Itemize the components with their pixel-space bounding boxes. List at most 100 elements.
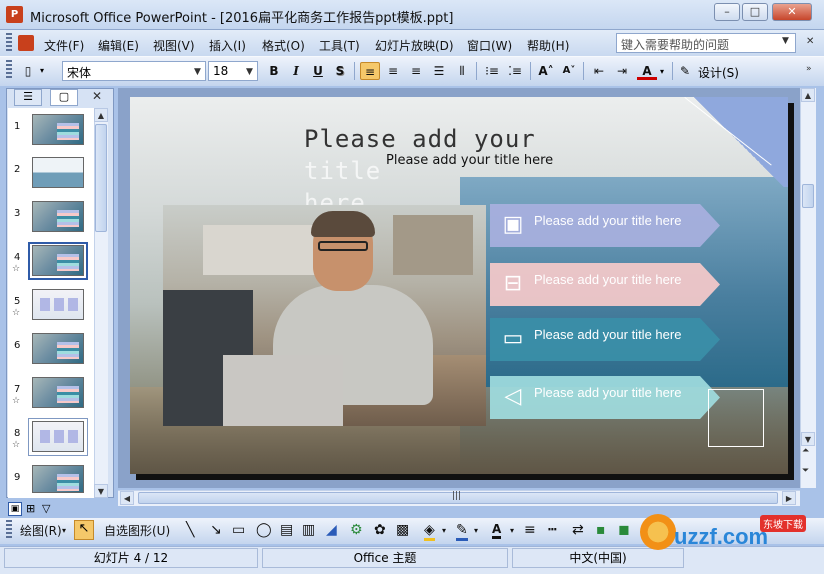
menu-window[interactable]: 窗口(W)	[467, 37, 512, 54]
document-icon[interactable]	[18, 35, 34, 51]
feature-card-2[interactable]: ⊟ Please add your title here	[490, 263, 720, 306]
arrow-tool-icon[interactable]: ↘	[210, 522, 222, 538]
toolbar-options-icon[interactable]: »	[806, 64, 812, 74]
oval-tool-icon[interactable]: ◯	[256, 522, 272, 538]
increase-font-icon[interactable]: A˄	[536, 62, 556, 80]
help-dropdown-arrow[interactable]: ▼	[782, 36, 789, 46]
help-search-input[interactable]: 键入需要帮助的问题	[616, 33, 796, 53]
scrollbar-thumb[interactable]	[802, 184, 814, 208]
dash-style-icon[interactable]: ┅	[548, 522, 556, 538]
3d-style-icon[interactable]: ◼	[618, 522, 630, 538]
menu-slideshow[interactable]: 幻灯片放映(D)	[375, 37, 454, 54]
menu-tools[interactable]: 工具(T)	[319, 37, 360, 54]
feature-card-3[interactable]: ▭ Please add your title here	[490, 318, 720, 361]
scroll-down-icon[interactable]: ▼	[94, 484, 108, 498]
font-color-dropdown-arrow[interactable]: ▾	[510, 526, 514, 535]
feature-card-1[interactable]: ▣ Please add your title here	[490, 204, 720, 247]
rectangle-tool-icon[interactable]: ▭	[232, 522, 245, 538]
design-button[interactable]: 设计(S)	[698, 64, 739, 81]
minimize-button[interactable]: –	[714, 3, 740, 21]
drawing-toolbar-grip[interactable]	[6, 520, 12, 540]
shadow-button[interactable]: S	[330, 62, 350, 80]
tab-outline[interactable]: ☰	[14, 89, 42, 106]
scroll-up-icon[interactable]: ▲	[801, 88, 815, 102]
picture-icon[interactable]: ▩	[396, 522, 409, 538]
decrease-font-icon[interactable]: A˅	[559, 62, 579, 80]
font-color-icon[interactable]: A	[637, 62, 657, 80]
feature-card-4[interactable]: ◁ Please add your title here	[490, 376, 720, 419]
slide-thumbnail-2[interactable]	[32, 157, 84, 188]
close-button[interactable]: ✕	[772, 3, 812, 21]
scrollbar-thumb[interactable]	[95, 124, 107, 232]
font-name-select[interactable]: 宋体	[62, 61, 206, 81]
new-dropdown-arrow[interactable]: ▾	[40, 66, 44, 75]
scroll-right-icon[interactable]: ▶	[782, 491, 796, 505]
textbox-tool-icon[interactable]: ▤	[280, 522, 293, 538]
line-color-icon[interactable]: ✎	[456, 522, 468, 541]
align-right-icon[interactable]: ≡	[406, 62, 426, 80]
menu-format[interactable]: 格式(O)	[262, 37, 305, 54]
powerpoint-app-icon[interactable]: P	[6, 6, 23, 23]
autoshapes-button[interactable]: 自选图形(U)	[104, 522, 170, 539]
line-tool-icon[interactable]: ╲	[186, 522, 194, 538]
justify-icon[interactable]: ☰	[429, 62, 449, 80]
clipart-icon[interactable]: ✿	[374, 522, 386, 538]
close-document-icon[interactable]: ✕	[806, 36, 814, 47]
design-icon[interactable]: ✎	[680, 64, 690, 78]
font-size-arrow[interactable]: ▼	[246, 67, 253, 77]
menu-view[interactable]: 视图(V)	[153, 37, 195, 54]
previous-slide-icon[interactable]: ⏶	[802, 446, 809, 456]
menu-grip[interactable]	[6, 33, 12, 53]
align-center-icon[interactable]: ≡	[383, 62, 403, 80]
menu-file[interactable]: 文件(F)	[44, 37, 84, 54]
menu-help[interactable]: 帮助(H)	[527, 37, 569, 54]
distribute-icon[interactable]: ⫴	[452, 62, 472, 80]
slideshow-view-icon[interactable]: ▽	[42, 502, 50, 515]
toolbar-grip[interactable]	[6, 60, 12, 80]
numbered-list-icon[interactable]: ⁝≡	[482, 62, 502, 80]
fill-color-icon[interactable]: ◈	[424, 522, 435, 541]
sorter-view-icon[interactable]: ⊞	[26, 502, 35, 515]
new-document-icon[interactable]: ▯	[18, 62, 38, 80]
office-photo[interactable]	[163, 205, 486, 426]
decrease-indent-icon[interactable]: ⇤	[589, 62, 609, 80]
fill-dropdown-arrow[interactable]: ▾	[442, 526, 446, 535]
shadow-style-icon[interactable]: ▪	[596, 522, 606, 538]
slide-subtitle[interactable]: Please add your title here	[386, 153, 553, 168]
panel-close-icon[interactable]: ✕	[92, 89, 102, 103]
slide-thumbnail-3[interactable]	[32, 201, 84, 232]
arrow-style-icon[interactable]: ⇄	[572, 522, 584, 538]
slide-thumbnail-7[interactable]	[32, 377, 84, 408]
slide-thumbnail-4[interactable]	[32, 245, 84, 276]
font-name-arrow[interactable]: ▼	[194, 67, 201, 77]
scroll-left-icon[interactable]: ◀	[120, 491, 134, 505]
next-slide-icon[interactable]: ⏷	[802, 466, 809, 476]
slide-thumbnail-6[interactable]	[32, 333, 84, 364]
menu-insert[interactable]: 插入(I)	[209, 37, 246, 54]
vertical-textbox-icon[interactable]: ▥	[302, 522, 315, 538]
italic-button[interactable]: I	[286, 62, 306, 80]
font-color-dropdown-arrow[interactable]: ▾	[660, 67, 664, 76]
underline-button[interactable]: U	[308, 62, 328, 80]
slide-thumbnail-1[interactable]	[32, 114, 84, 145]
diagram-icon[interactable]: ⚙	[350, 522, 363, 538]
line-color-dropdown-arrow[interactable]: ▾	[474, 526, 478, 535]
tab-slides[interactable]: ▢	[50, 89, 78, 106]
line-style-icon[interactable]: ≡	[524, 522, 536, 538]
bold-button[interactable]: B	[264, 62, 284, 80]
normal-view-icon[interactable]: ▣	[8, 502, 22, 516]
slide-thumbnail-5[interactable]	[32, 289, 84, 320]
font-color-icon[interactable]: A	[492, 522, 502, 539]
slide-thumbnail-9[interactable]	[32, 465, 84, 493]
slide-canvas[interactable]: Please add your title here Please add yo…	[130, 97, 788, 474]
wordart-icon[interactable]: ◢	[326, 522, 337, 538]
increase-indent-icon[interactable]: ⇥	[612, 62, 632, 80]
maximize-button[interactable]: □	[742, 3, 768, 21]
align-left-icon[interactable]: ≡	[360, 62, 380, 80]
menu-edit[interactable]: 编辑(E)	[98, 37, 139, 54]
draw-dropdown-arrow[interactable]: ▾	[62, 526, 66, 535]
bullet-list-icon[interactable]: ⁚≡	[505, 62, 525, 80]
scroll-up-icon[interactable]: ▲	[94, 108, 108, 122]
slide-thumbnail-8[interactable]	[32, 421, 84, 452]
scroll-down-icon[interactable]: ▼	[801, 432, 815, 446]
